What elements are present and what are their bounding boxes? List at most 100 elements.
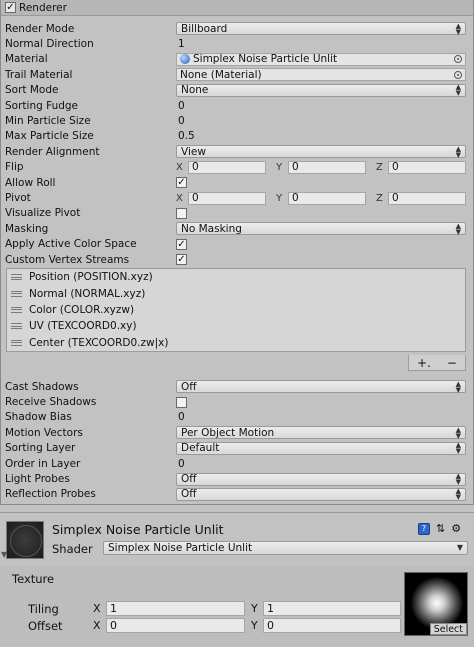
offset-y-field[interactable]: 0	[263, 618, 401, 633]
order-in-layer-value: 0	[178, 457, 185, 470]
renderer-enabled-checkbox[interactable]: ✓	[5, 2, 16, 13]
shader-dropdown[interactable]: Simplex Noise Particle Unlit ▼	[103, 541, 468, 555]
drag-handle-icon[interactable]	[11, 290, 22, 297]
flip-y-field[interactable]: 0	[288, 160, 366, 174]
trail-material-value: None (Material)	[180, 68, 262, 81]
drag-handle-icon[interactable]	[11, 323, 22, 330]
object-picker-icon[interactable]	[454, 70, 462, 79]
dropdown-arrows-icon: ▲ ▼	[455, 221, 461, 236]
offset-x-axis-label: X	[93, 619, 101, 632]
order-in-layer-field[interactable]: 0	[176, 457, 466, 470]
pivot-x-field[interactable]: 0	[188, 191, 266, 205]
light-probes-dropdown[interactable]: Off ▲ ▼	[176, 472, 466, 487]
reflection-probes-value: Off	[181, 488, 197, 501]
sorting-fudge-field[interactable]: 0	[176, 99, 466, 112]
max-particle-size-label: Max Particle Size	[5, 130, 94, 143]
drag-handle-icon[interactable]	[11, 274, 22, 281]
renderer-header[interactable]: ✓ Renderer	[1, 0, 473, 16]
masking-value: No Masking	[181, 222, 242, 235]
min-particle-size-field[interactable]: 0	[176, 115, 466, 128]
tiling-y-field[interactable]: 1	[263, 601, 401, 616]
dropdown-arrows-icon: ▲ ▼	[455, 21, 461, 36]
receive-shadows-checkbox[interactable]	[176, 396, 187, 408]
max-particle-size-value: 0.5	[178, 130, 195, 143]
texture-slot[interactable]: Select	[404, 572, 468, 636]
visualize-pivot-row: Visualize Pivot	[1, 206, 473, 221]
cast-shadows-label: Cast Shadows	[5, 380, 79, 393]
material-preview-thumbnail[interactable]	[6, 521, 44, 559]
flip-x-field[interactable]: 0	[188, 160, 266, 174]
dropdown-arrows-icon: ▲ ▼	[455, 441, 461, 456]
flip-row: Flip X0 Y0 Z0	[1, 160, 473, 175]
preset-sliders-icon[interactable]: ⇅	[436, 522, 445, 535]
flip-z-field[interactable]: 0	[388, 160, 466, 174]
receive-shadows-row: Receive Shadows	[1, 394, 473, 409]
foldout-arrow-icon[interactable]: ▼	[1, 550, 7, 559]
normal-direction-field[interactable]: 1	[176, 38, 466, 51]
min-particle-size-value: 0	[178, 115, 185, 128]
texture-select-button[interactable]: Select	[429, 623, 467, 635]
motion-vectors-value: Per Object Motion	[181, 426, 275, 439]
motion-vectors-dropdown[interactable]: Per Object Motion ▲ ▼	[176, 426, 466, 440]
tiling-x-field[interactable]: 1	[106, 601, 245, 616]
list-item[interactable]: UV (TEXCOORD0.xy)	[7, 318, 465, 334]
help-book-icon[interactable]: ?	[418, 522, 430, 535]
offset-x-field[interactable]: 0	[106, 618, 245, 633]
allow-roll-label: Allow Roll	[5, 176, 56, 189]
flip-label: Flip	[5, 161, 24, 174]
sort-mode-dropdown[interactable]: None ▲ ▼	[176, 83, 466, 97]
visualize-pivot-checkbox[interactable]	[176, 207, 187, 219]
sorting-layer-row: Sorting Layer Default ▲ ▼	[1, 441, 473, 456]
material-title: Simplex Noise Particle Unlit	[52, 522, 224, 537]
gear-icon[interactable]: ⚙	[451, 522, 461, 535]
material-value: Simplex Noise Particle Unlit	[193, 53, 338, 66]
axis-y-label: Y	[276, 161, 283, 173]
render-mode-dropdown[interactable]: Billboard ▲ ▼	[176, 21, 466, 36]
tiling-label: Tiling	[28, 602, 59, 616]
cast-shadows-dropdown[interactable]: Off ▲ ▼	[176, 380, 466, 394]
pivot-row: Pivot X0 Y0 Z0	[1, 190, 473, 205]
stream-label: Color (COLOR.xyzw)	[29, 303, 135, 316]
render-alignment-label: Render Alignment	[5, 145, 100, 158]
list-item[interactable]: Normal (NORMAL.xyz)	[7, 285, 465, 301]
remove-stream-button[interactable]: −	[447, 356, 457, 370]
list-item[interactable]: Color (COLOR.xyzw)	[7, 302, 465, 318]
visualize-pivot-label: Visualize Pivot	[5, 207, 81, 220]
texture-label: Texture	[12, 572, 55, 586]
min-particle-size-label: Min Particle Size	[5, 115, 91, 128]
material-object-field[interactable]: Simplex Noise Particle Unlit	[176, 52, 466, 66]
reflection-probes-dropdown[interactable]: Off ▲ ▼	[176, 487, 466, 501]
light-probes-row: Light Probes Off ▲ ▼	[1, 471, 473, 486]
motion-vectors-row: Motion Vectors Per Object Motion ▲ ▼	[1, 425, 473, 440]
pivot-y-field[interactable]: 0	[288, 191, 366, 205]
add-stream-button[interactable]: +.	[417, 356, 431, 370]
drag-handle-icon[interactable]	[11, 339, 22, 346]
stream-label: Normal (NORMAL.xyz)	[29, 287, 146, 300]
render-alignment-dropdown[interactable]: View ▲ ▼	[176, 145, 466, 159]
shader-dropdown-wrap: Simplex Noise Particle Unlit ▼	[103, 541, 468, 555]
offset-label: Offset	[28, 619, 63, 633]
dropdown-arrows-icon: ▲ ▼	[455, 472, 461, 487]
pivot-label: Pivot	[5, 192, 31, 205]
allow-roll-row: Allow Roll ✓	[1, 175, 473, 190]
max-particle-size-field[interactable]: 0.5	[176, 130, 466, 143]
drag-handle-icon[interactable]	[11, 306, 22, 313]
list-add-remove-footer: +. −	[408, 355, 466, 371]
stream-label: UV (TEXCOORD0.xy)	[29, 320, 137, 333]
pivot-z-field[interactable]: 0	[388, 191, 466, 205]
list-item[interactable]: Center (TEXCOORD0.zw|x)	[7, 335, 465, 351]
sorting-layer-dropdown[interactable]: Default ▲ ▼	[176, 441, 466, 456]
render-alignment-row: Render Alignment View ▲ ▼	[1, 144, 473, 159]
render-mode-row: Render Mode Billboard ▲ ▼	[1, 21, 473, 36]
list-item[interactable]: Position (POSITION.xyz)	[7, 269, 465, 285]
tiling-y-axis-label: Y	[251, 602, 258, 615]
masking-dropdown[interactable]: No Masking ▲ ▼	[176, 221, 466, 236]
object-picker-icon[interactable]	[454, 55, 462, 64]
apply-active-color-space-checkbox[interactable]: ✓	[176, 238, 187, 250]
shadow-bias-field[interactable]: 0	[176, 411, 466, 424]
trail-material-object-field[interactable]: None (Material)	[176, 68, 466, 82]
texture-property: Texture Tiling X 1 Y 1 Offset X 0 Y 0 Se…	[0, 566, 474, 647]
sort-mode-value: None	[181, 84, 209, 97]
custom-vertex-streams-checkbox[interactable]: ✓	[176, 254, 187, 266]
allow-roll-checkbox[interactable]: ✓	[176, 177, 187, 189]
